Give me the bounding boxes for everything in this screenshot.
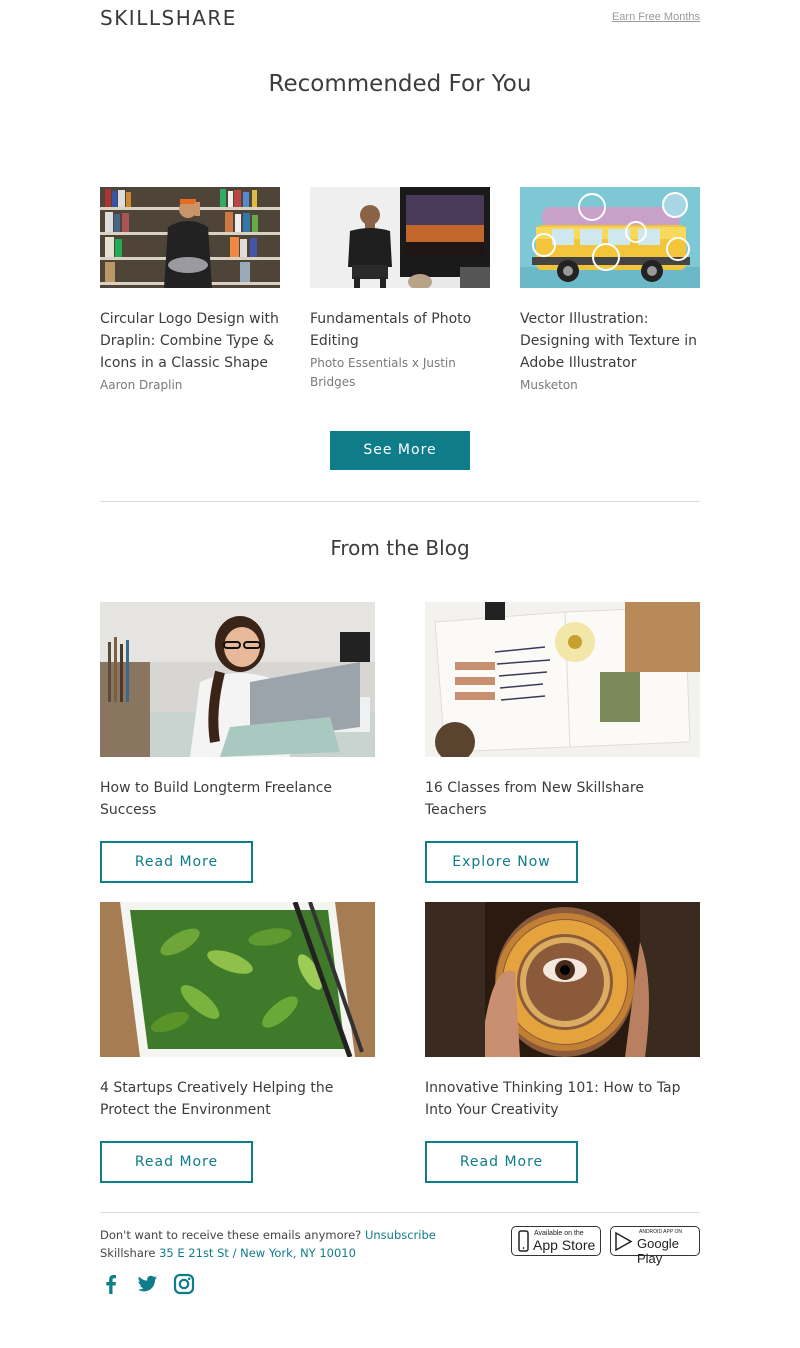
section-divider	[100, 501, 700, 502]
recommended-title: Recommended For You	[268, 71, 532, 97]
class-thumbnail[interactable]	[520, 187, 700, 288]
twitter-icon[interactable]	[136, 1273, 158, 1295]
class-author: Aaron Draplin	[100, 378, 183, 392]
class-card[interactable]: Vector Illustration: Designing with Text…	[520, 187, 700, 395]
blog-card: Innovative Thinking 101: How to Tap Into…	[425, 902, 700, 1183]
unsubscribe-text: Don't want to receive these emails anymo…	[100, 1228, 362, 1242]
class-thumbnail[interactable]	[100, 187, 280, 288]
woman-laptop-photo	[100, 602, 375, 757]
facebook-icon[interactable]	[100, 1273, 122, 1295]
class-thumbnail[interactable]	[310, 187, 490, 288]
app-store-badge[interactable]: Available on the App Store	[511, 1226, 601, 1256]
see-more-button[interactable]: See More	[330, 431, 470, 470]
blog-title: From the Blog	[330, 536, 470, 560]
bookshelf-man-photo	[100, 187, 280, 288]
read-more-button[interactable]: Read More	[425, 1141, 578, 1183]
blog-thumbnail[interactable]	[425, 602, 700, 757]
class-author: Photo Essentials x Justin Bridges	[310, 356, 456, 389]
header: SKILLSHARE Earn Free Months	[100, 6, 700, 30]
fairy-lights-eye-photo	[425, 902, 700, 1057]
footer-text: Don't want to receive these emails anymo…	[100, 1226, 436, 1262]
man-with-laptop-photo	[310, 187, 490, 288]
blog-post-title[interactable]: How to Build Longterm Freelance Success	[100, 777, 375, 821]
address-city-link[interactable]: New York, NY 10010	[240, 1246, 356, 1260]
google-small-text: ANDROID APP ON	[639, 1229, 682, 1235]
blog-post-title[interactable]: 16 Classes from New Skillshare Teachers	[425, 777, 700, 821]
blog-card: 16 Classes from New Skillshare Teachers …	[425, 602, 700, 883]
read-more-button[interactable]: Read More	[100, 1141, 253, 1183]
instagram-icon[interactable]	[173, 1273, 195, 1295]
class-title[interactable]: Fundamentals of Photo Editing	[310, 308, 490, 352]
blog-post-title[interactable]: 4 Startups Creatively Helping the Protec…	[100, 1077, 375, 1121]
class-title[interactable]: Vector Illustration: Designing with Text…	[520, 308, 700, 374]
blog-thumbnail[interactable]	[425, 902, 700, 1057]
explore-now-button[interactable]: Explore Now	[425, 841, 578, 883]
address-street-link[interactable]: 35 E 21st St	[159, 1246, 229, 1260]
earn-free-months-link[interactable]: Earn Free Months	[612, 11, 700, 23]
yellow-van-illustration	[520, 187, 700, 288]
app-store-small-text: Available on the	[534, 1230, 584, 1237]
address-separator: /	[232, 1246, 237, 1260]
google-big-text: Google Play	[637, 1236, 679, 1266]
read-more-button[interactable]: Read More	[100, 841, 253, 883]
class-author: Musketon	[520, 378, 578, 392]
blog-thumbnail[interactable]	[100, 902, 375, 1057]
class-card[interactable]: Fundamentals of Photo Editing Photo Esse…	[310, 187, 490, 392]
journal-collage-photo	[425, 602, 700, 757]
blog-post-title[interactable]: Innovative Thinking 101: How to Tap Into…	[425, 1077, 700, 1121]
skillshare-logo[interactable]: SKILLSHARE	[100, 6, 237, 30]
company-name: Skillshare	[100, 1246, 156, 1260]
class-title[interactable]: Circular Logo Design with Draplin: Combi…	[100, 308, 280, 374]
blog-thumbnail[interactable]	[100, 602, 375, 757]
leaves-painting-photo	[100, 902, 375, 1057]
unsubscribe-link[interactable]: Unsubscribe	[365, 1228, 436, 1242]
google-play-badge[interactable]: ANDROID APP ON Google Play	[610, 1226, 700, 1266]
class-card[interactable]: Circular Logo Design with Draplin: Combi…	[100, 187, 280, 395]
footer-divider	[100, 1212, 700, 1213]
app-store-big-text: App Store	[533, 1237, 596, 1253]
blog-card: How to Build Longterm Freelance Success …	[100, 602, 375, 883]
blog-card: 4 Startups Creatively Helping the Protec…	[100, 902, 375, 1183]
